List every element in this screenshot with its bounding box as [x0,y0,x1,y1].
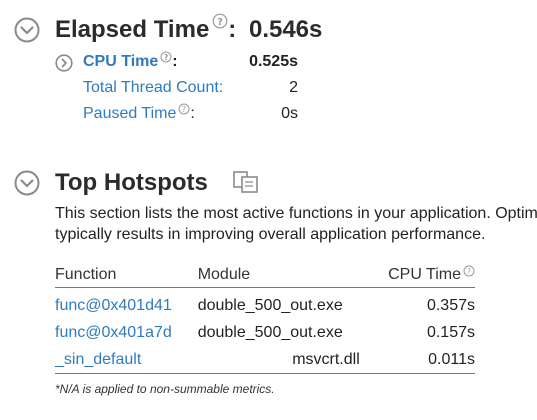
cpu-time-column-help-icon[interactable]: ? [463,265,475,277]
elapsed-time-value: 0.546s [248,16,323,43]
svg-text:?: ? [164,53,168,62]
svg-text:?: ? [467,266,471,275]
table-row: _sin_default msvcrt.dll 0.011s [55,346,475,374]
paused-time-metric[interactable]: Paused Time ? : [83,103,195,123]
paused-time-value: 0s [281,105,298,122]
copy-icon[interactable] [232,170,260,194]
elapsed-time-collapse-icon[interactable] [14,17,40,43]
cpu-time-colon: : [172,53,178,70]
top-hotspots-heading: Top Hotspots [55,169,208,197]
cpu-time-help-icon[interactable]: ? [160,51,172,63]
top-hotspots-description: This section lists the most active funct… [55,203,537,245]
module-cell: msvcrt.dll [292,350,360,368]
paused-time-colon: : [190,105,195,122]
function-link[interactable]: _sin_default [55,351,141,368]
module-cell: double_500_out.exe [197,323,343,341]
cpu-time-cell: 0.011s [428,350,475,368]
cpu-time-label[interactable]: CPU Time [83,53,158,70]
total-thread-count-label[interactable]: Total Thread Count [83,79,219,96]
paused-time-help-icon[interactable]: ? [178,103,190,115]
cpu-time-value: 0.525s [249,53,298,70]
non-summable-note: *N/A is applied to non-summable metrics. [55,382,275,396]
top-hotspots-title: Top Hotspots [55,169,208,196]
elapsed-time-label: Elapsed Time [55,16,210,43]
module-cell: double_500_out.exe [197,296,343,314]
description-line-1: This section lists the most active funct… [55,205,537,222]
description-line-2: typically results in improving overall a… [55,226,486,243]
total-thread-count-value: 2 [289,79,298,96]
column-header-module[interactable]: Module [197,262,374,288]
cpu-time-cell: 0.157s [426,323,475,341]
total-thread-count-metric[interactable]: Total Thread Count: [83,79,223,97]
top-hotspots-collapse-icon[interactable] [14,170,40,196]
table-header-row: Function Module CPU Time ? [55,262,475,288]
column-header-function[interactable]: Function [55,262,198,288]
elapsed-time-help-icon[interactable]: ? [212,13,228,29]
table-row: func@0x401d41 double_500_out.exe 0.357s [55,288,475,320]
column-header-cpu-time[interactable]: CPU Time ? [373,262,475,288]
function-link[interactable]: func@0x401a7d [55,324,172,341]
table-row: func@0x401a7d double_500_out.exe 0.157s [55,319,475,346]
elapsed-time-colon: : [228,16,237,43]
function-link[interactable]: func@0x401d41 [55,297,172,314]
cpu-time-expand-icon[interactable] [55,54,73,72]
paused-time-label[interactable]: Paused Time [83,105,176,122]
svg-text:?: ? [217,17,223,28]
cpu-time-metric[interactable]: CPU Time ? : [83,51,178,71]
elapsed-time-heading: Elapsed Time ? : 0.546s [55,13,323,44]
svg-text:?: ? [182,105,186,114]
cpu-time-cell: 0.357s [426,296,475,314]
hotspots-table: Function Module CPU Time ? func@0x401d41… [55,262,475,374]
